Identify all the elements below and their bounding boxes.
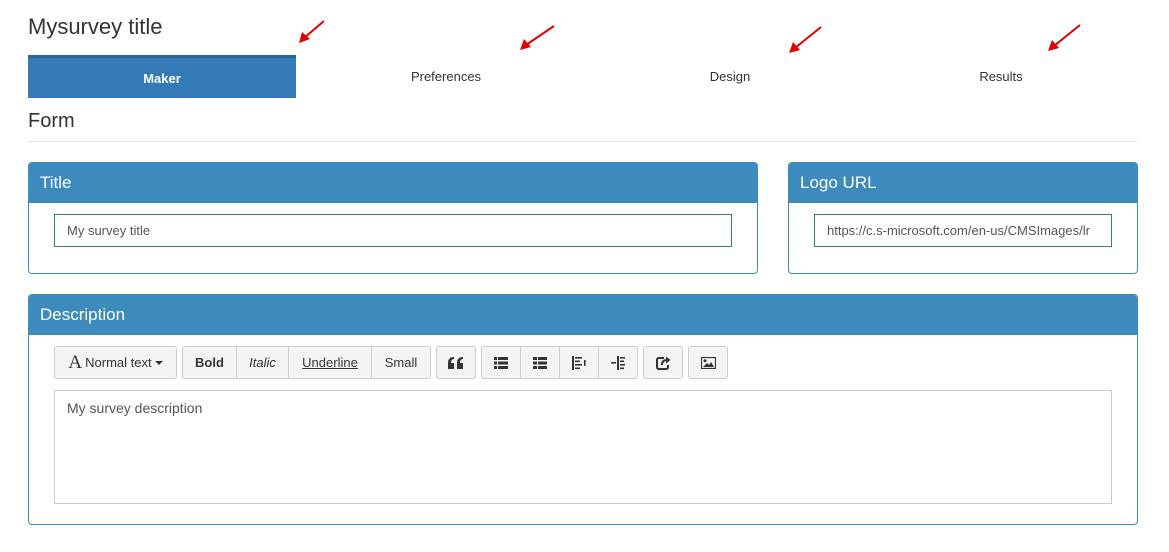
section-title: Form [28,110,75,132]
editor-toolbar: A Normal text Bold Italic Underline Smal… [54,346,733,380]
link-icon [655,356,670,370]
caret-down-icon [154,360,163,365]
unordered-list-icon [494,356,508,369]
text-style-label: Normal text [85,355,152,370]
indent-button[interactable] [598,346,638,379]
text-style-dropdown[interactable]: A Normal text [54,346,177,379]
annotation-arrow-icon [520,25,555,50]
image-icon [700,356,716,369]
quote-button[interactable] [436,346,476,379]
title-panel: Title My survey title [28,162,758,274]
description-panel-heading: Description [29,295,1137,335]
italic-button[interactable]: Italic [236,346,289,379]
outdent-button[interactable] [559,346,599,379]
tab-preferences[interactable]: Preferences [296,55,596,98]
font-icon: A [68,351,83,373]
annotation-arrow-icon [299,20,325,43]
tab-design[interactable]: Design [596,55,864,98]
link-button[interactable] [643,346,683,379]
ordered-list-icon [533,356,547,369]
quote-icon [448,356,463,369]
title-input[interactable]: My survey title [54,214,732,247]
logo-url-input[interactable]: https://c.s-microsoft.com/en-us/CMSImage… [814,214,1112,247]
annotation-arrow-icon [789,26,822,53]
ordered-list-button[interactable] [520,346,560,379]
title-panel-heading: Title [29,163,757,203]
unordered-list-button[interactable] [481,346,521,379]
image-button[interactable] [688,346,728,379]
logo-url-panel-heading: Logo URL [789,163,1137,203]
tab-results[interactable]: Results [864,55,1138,98]
description-panel: Description A Normal text Bold Italic Un… [28,294,1138,525]
tab-maker[interactable]: Maker [28,55,296,98]
annotation-arrow-icon [1048,24,1081,51]
outdent-icon [572,355,586,370]
description-editor[interactable]: My survey description [54,390,1112,504]
bold-button[interactable]: Bold [182,346,237,379]
small-button[interactable]: Small [371,346,431,379]
logo-url-panel: Logo URL https://c.s-microsoft.com/en-us… [788,162,1138,274]
divider [28,141,1138,142]
page-title: Mysurvey title [28,14,163,39]
tab-bar: Maker Preferences Design Results [28,55,1138,98]
indent-icon [611,355,625,370]
underline-button[interactable]: Underline [288,346,372,379]
